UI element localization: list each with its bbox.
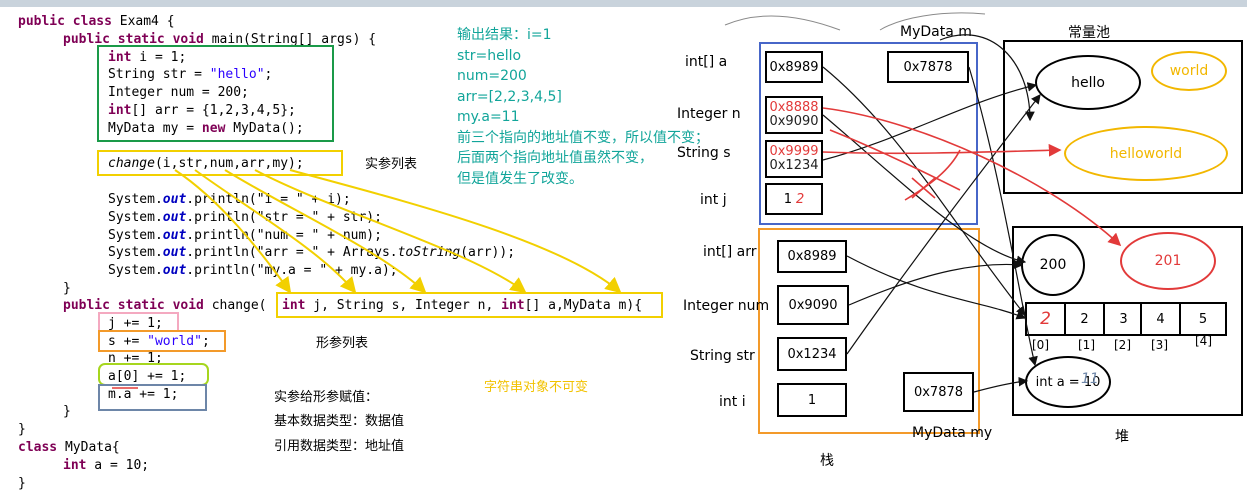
output-line: 但是值发生了改变。: [457, 171, 583, 187]
var-label-a: int[] a: [685, 54, 728, 70]
code-line: System.out.println("i = " + i);: [108, 192, 351, 207]
stack-label: 栈: [820, 453, 834, 469]
var-label-j: int j: [700, 192, 727, 208]
assign-basic: 基本数据类型：数据值: [274, 414, 405, 429]
code-line: System.out.println("my.a = " + my.a);: [108, 263, 398, 278]
a-highlight-box: [98, 363, 209, 386]
var-cell-j: 12: [765, 183, 823, 215]
int-a-scribble: 11: [1081, 371, 1099, 387]
output-line: 输出结果：i=1: [457, 27, 552, 43]
var-cell-arr: 0x8989: [777, 240, 847, 273]
code-line: class MyData{: [18, 440, 120, 455]
var-cell-i: 1: [777, 383, 847, 417]
output-line: num=200: [457, 68, 527, 84]
assign-title: 实参给形参赋值：: [274, 390, 379, 405]
grey-scribble: [724, 15, 841, 31]
var-cell-num: 0x9090: [777, 285, 849, 325]
heap-title: 堆: [1115, 429, 1129, 445]
array-cell-2: 3: [1103, 302, 1144, 336]
code-line: System.out.println("str = " + str);: [108, 210, 382, 225]
heap-201: 201: [1120, 232, 1216, 290]
array-index: [1]: [1078, 338, 1095, 352]
pool-hello: hello: [1035, 55, 1141, 110]
var-label-n: Integer n: [677, 106, 741, 122]
formal-params-label: 形参列表: [316, 336, 369, 351]
code-line: System.out.println("num = " + num);: [108, 228, 382, 243]
s-highlight-box: [98, 330, 226, 352]
array-cell-1: 2: [1064, 302, 1105, 336]
var-s-old: 0x1234: [769, 158, 819, 173]
array-index: [3]: [1151, 338, 1168, 352]
code-line: }: [63, 404, 71, 419]
output-line: 前三个指向的地址值不变，所以值不变；: [457, 130, 709, 146]
output-line: 后面两个指向地址值虽然不变，: [457, 150, 653, 166]
code-line: public class Exam4 {: [18, 14, 175, 29]
change-frame-title: MyData m: [900, 24, 972, 40]
array-index: [2]: [1114, 338, 1131, 352]
array-index: [4]: [1195, 334, 1212, 348]
window-top-strip: [0, 0, 1247, 7]
output-line: arr=[2,2,3,4,5]: [457, 89, 562, 105]
array-cell-4: 5: [1179, 302, 1227, 336]
array-cell-0: 2: [1025, 302, 1066, 336]
code-line: System.out.println("arr = " + Arrays.toS…: [108, 245, 516, 260]
output-line: str=hello: [457, 48, 522, 64]
pool-world: world: [1151, 51, 1227, 91]
actual-params-label: 实参列表: [365, 157, 418, 172]
var-label-arr: int[] arr: [703, 244, 757, 260]
assign-ref: 引用数据类型：地址值: [274, 439, 405, 454]
j-scribble: 2: [796, 191, 805, 207]
string-immutable-note: 字符串对象不可变: [484, 380, 589, 395]
code-line: }: [18, 422, 26, 437]
pool-helloworld: helloworld: [1064, 126, 1228, 181]
var-label-str: String str: [690, 348, 755, 364]
var-n-old: 0x9090: [769, 114, 819, 129]
array-index: [0]: [1032, 338, 1049, 352]
var-cell-n: 0x8888 0x9090: [765, 96, 823, 134]
var-n-new: 0x8888: [769, 100, 819, 115]
code-line: }: [63, 281, 71, 296]
var-cell-str: 0x1234: [777, 337, 847, 371]
var-s-new: 0x9999: [769, 144, 819, 159]
constant-pool-title: 常量池: [1068, 25, 1110, 41]
output-line: my.a=11: [457, 109, 520, 125]
var-cell-s: 0x9999 0x1234: [765, 140, 823, 178]
var-label-s: String s: [677, 145, 731, 161]
var-label-my: MyData my: [912, 425, 993, 441]
j-highlight-box: [98, 312, 179, 332]
call-highlight-box: [97, 150, 343, 176]
m-highlight-box: [98, 384, 207, 411]
array-0-scribble: 2: [1040, 309, 1051, 329]
locals-highlight-box: [97, 45, 334, 142]
var-label-i: int i: [719, 394, 746, 410]
params-highlight-box: [276, 292, 663, 318]
array-cell-3: 4: [1140, 302, 1181, 336]
code-line: }: [18, 476, 26, 491]
var-cell-my: 0x7878: [903, 372, 974, 412]
var-label-num: Integer num: [683, 298, 770, 314]
var-cell-a: 0x8989: [765, 51, 823, 83]
var-cell-m: 0x7878: [887, 51, 969, 83]
code-line: int a = 10;: [63, 458, 150, 473]
heap-200: 200: [1021, 234, 1085, 296]
